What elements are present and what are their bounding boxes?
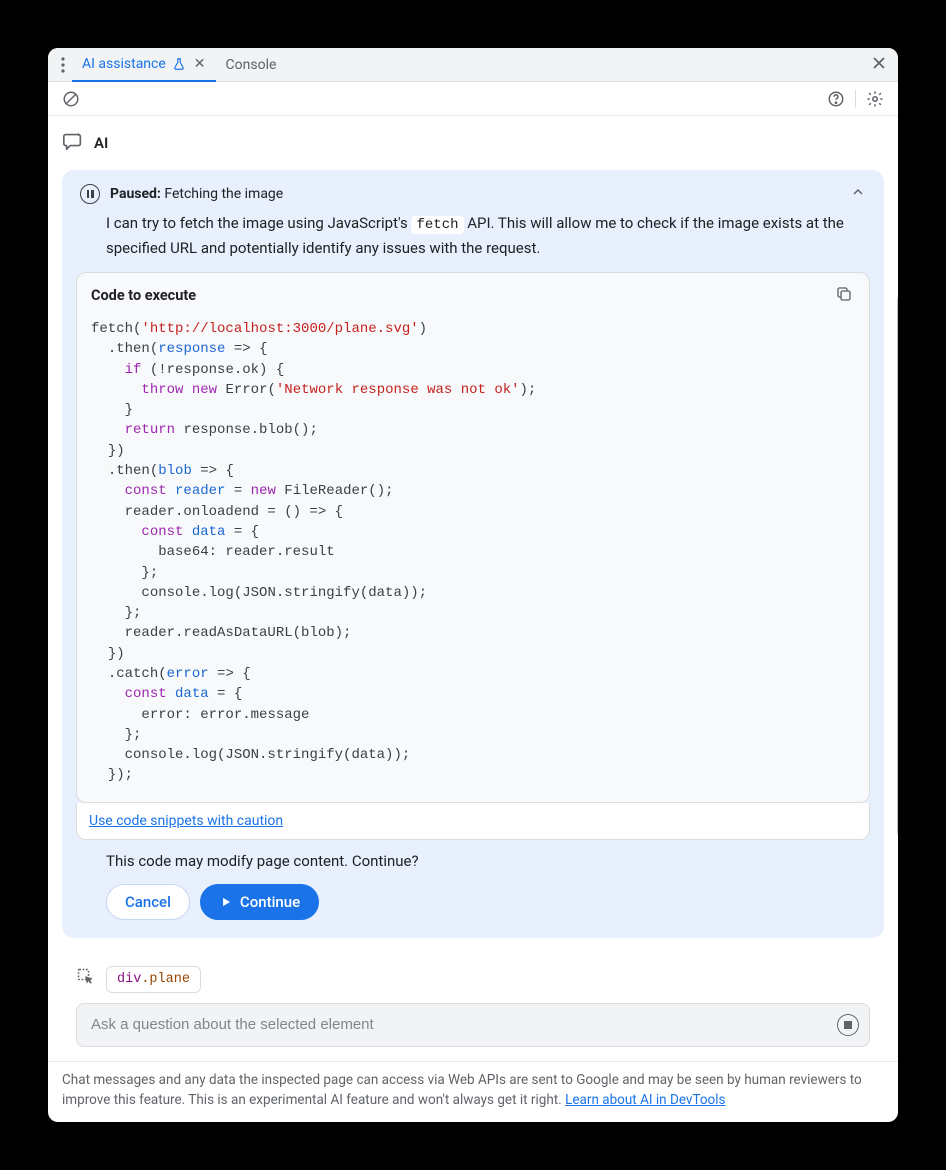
pause-icon [80, 184, 100, 204]
ai-label: AI [94, 134, 108, 152]
prompt-input-row [76, 1003, 870, 1047]
code-content: fetch('http://localhost:3000/plane.svg')… [77, 319, 869, 802]
footer-disclaimer: Chat messages and any data the inspected… [48, 1061, 898, 1123]
clear-icon[interactable] [58, 86, 84, 112]
more-menu-icon[interactable] [54, 53, 72, 77]
paused-card: Paused: Fetching the image I can try to … [62, 170, 884, 938]
inline-code: fetch [411, 216, 463, 234]
chat-sparkle-icon [62, 130, 84, 156]
paused-title: Paused: Fetching the image [110, 186, 283, 202]
code-box: Code to execute fetch('http://localhost:… [76, 272, 870, 803]
continue-button[interactable]: Continue [200, 884, 319, 920]
chevron-up-icon[interactable] [850, 184, 866, 204]
button-row: Cancel Continue [62, 874, 884, 938]
tab-bar: AI assistance ✕ Console [48, 48, 898, 82]
element-picker-icon[interactable] [76, 967, 96, 991]
card-header: Paused: Fetching the image [62, 170, 884, 212]
prompt-input[interactable] [89, 1015, 837, 1034]
caution-bar: Use code snippets with caution [76, 803, 870, 840]
close-panel-icon[interactable] [866, 52, 892, 78]
gear-icon[interactable] [862, 86, 888, 112]
tab-ai-assistance[interactable]: AI assistance ✕ [72, 48, 216, 82]
code-title: Code to execute [91, 287, 196, 304]
selected-element-chip[interactable]: div.plane [106, 966, 201, 993]
close-tab-icon[interactable]: ✕ [194, 56, 206, 72]
play-icon [219, 895, 233, 909]
card-description: I can try to fetch the image using JavaS… [62, 212, 884, 272]
caution-link[interactable]: Use code snippets with caution [89, 813, 283, 829]
ai-header: AI [62, 130, 884, 156]
content-area: AI Paused: Fetching the image I can try … [48, 116, 898, 1061]
help-icon[interactable] [823, 86, 849, 112]
tab-label: AI assistance [82, 56, 166, 72]
toolbar [48, 82, 898, 116]
tab-label: Console [226, 57, 277, 73]
cancel-button[interactable]: Cancel [106, 884, 190, 920]
stop-icon[interactable] [837, 1014, 859, 1036]
copy-icon[interactable] [833, 283, 855, 309]
confirm-text: This code may modify page content. Conti… [62, 840, 884, 874]
devtools-panel: AI assistance ✕ Console AI [48, 48, 898, 1122]
flask-icon [172, 57, 186, 71]
learn-link[interactable]: Learn about AI in DevTools [565, 1092, 725, 1108]
selector-row: div.plane [62, 938, 884, 1003]
scrollbar[interactable] [897, 296, 898, 836]
tab-console[interactable]: Console [216, 48, 287, 82]
